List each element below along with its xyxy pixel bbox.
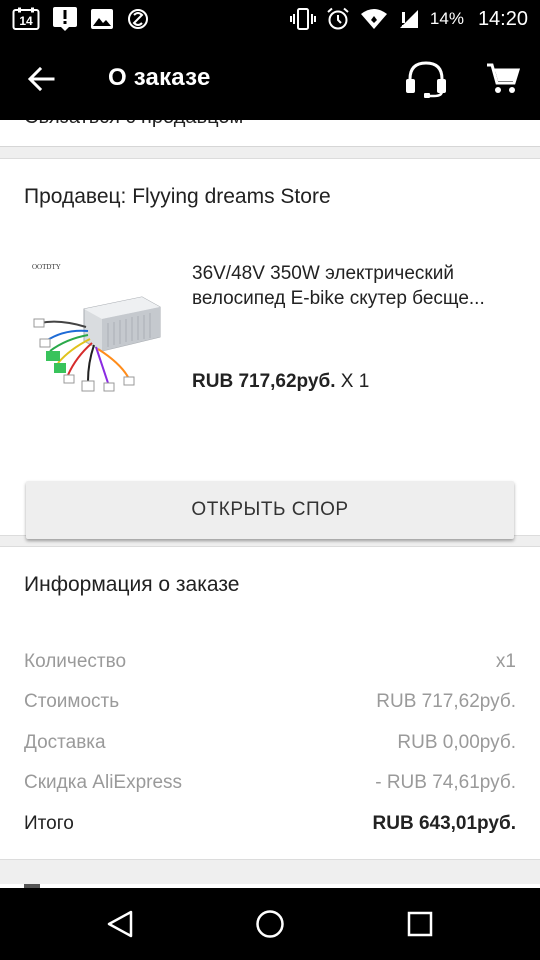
alarm-icon [326, 7, 350, 31]
order-details-content[interactable]: Связаться с продавцом Продавец: Flyying … [0, 120, 540, 888]
wifi-icon [360, 8, 388, 30]
calendar-day-label: 14 [19, 14, 33, 28]
order-info-card: Информация о заказе Количество x1 Стоимо… [0, 546, 540, 860]
discount-label: Скидка AliExpress [24, 772, 183, 793]
seller-name[interactable]: Продавец: Flyying dreams Store [24, 185, 331, 209]
contact-seller-link[interactable]: Связаться с продавцом [24, 120, 243, 129]
shipping-row: Доставка RUB 0,00руб. [24, 732, 516, 762]
quantity-value: x1 [495, 651, 516, 672]
product-price-line: RUB 717,62руб. X 1 [192, 371, 369, 393]
quantity-label: Количество [24, 651, 127, 672]
shipping-value: RUB 0,00руб. [397, 732, 516, 753]
battery-percent: 14% [429, 9, 464, 28]
notification-icons: 14 [12, 4, 150, 34]
status-bar: 14 14% 14:20 [0, 0, 540, 38]
app-notice-icon [126, 6, 150, 32]
product-image[interactable]: OOTDTY [24, 259, 178, 409]
total-label: Итого [24, 813, 74, 834]
cost-row: Стоимость RUB 717,62руб. [24, 691, 516, 721]
nav-recents-icon[interactable] [398, 902, 442, 946]
discount-row: Скидка AliExpress - RUB 74,61руб. [24, 772, 516, 802]
cost-label: Стоимость [24, 691, 120, 712]
seller-card: Продавец: Flyying dreams Store OOTDTY 36… [0, 158, 540, 539]
product-title[interactable]: 36V/48V 350W электрический велосипед E-b… [192, 261, 516, 311]
page-title: О заказе [108, 64, 211, 91]
discount-value: - RUB 74,61руб. [375, 772, 516, 793]
shipping-label: Доставка [24, 732, 106, 753]
vibrate-icon [289, 7, 316, 31]
contact-seller-card[interactable]: Связаться с продавцом [0, 120, 540, 147]
nav-home-icon[interactable] [248, 902, 292, 946]
nav-back-icon[interactable] [98, 902, 142, 946]
open-dispute-button[interactable]: ОТКРЫТЬ СПОР [26, 481, 514, 539]
clock: 14:20 [477, 7, 528, 30]
product-price: RUB 717,62руб. [192, 371, 336, 392]
total-row: Итого RUB 643,01руб. [24, 813, 516, 843]
product-image-brand: OOTDTY [32, 263, 61, 271]
quantity-row: Количество x1 [24, 651, 516, 681]
total-value: RUB 643,01руб. [372, 813, 517, 834]
cost-value: RUB 717,62руб. [376, 691, 516, 712]
product-quantity: X 1 [335, 371, 370, 392]
back-arrow-icon[interactable] [20, 58, 62, 100]
calendar-14-icon: 14 [12, 7, 40, 31]
download-notice-icon [52, 6, 78, 32]
cart-icon[interactable] [482, 58, 524, 100]
headset-icon[interactable] [402, 56, 450, 102]
product-title-line-2: велосипед E-bike скутер бесще... [192, 288, 485, 309]
order-info-title: Информация о заказе [24, 573, 240, 596]
system-nav-bar [0, 888, 540, 960]
system-icons: 14% 14:20 [289, 4, 528, 34]
product-title-line-1: 36V/48V 350W электрический [192, 263, 454, 284]
image-icon [90, 8, 114, 30]
signal-icon [398, 8, 420, 30]
app-toolbar: О заказе [0, 38, 540, 120]
